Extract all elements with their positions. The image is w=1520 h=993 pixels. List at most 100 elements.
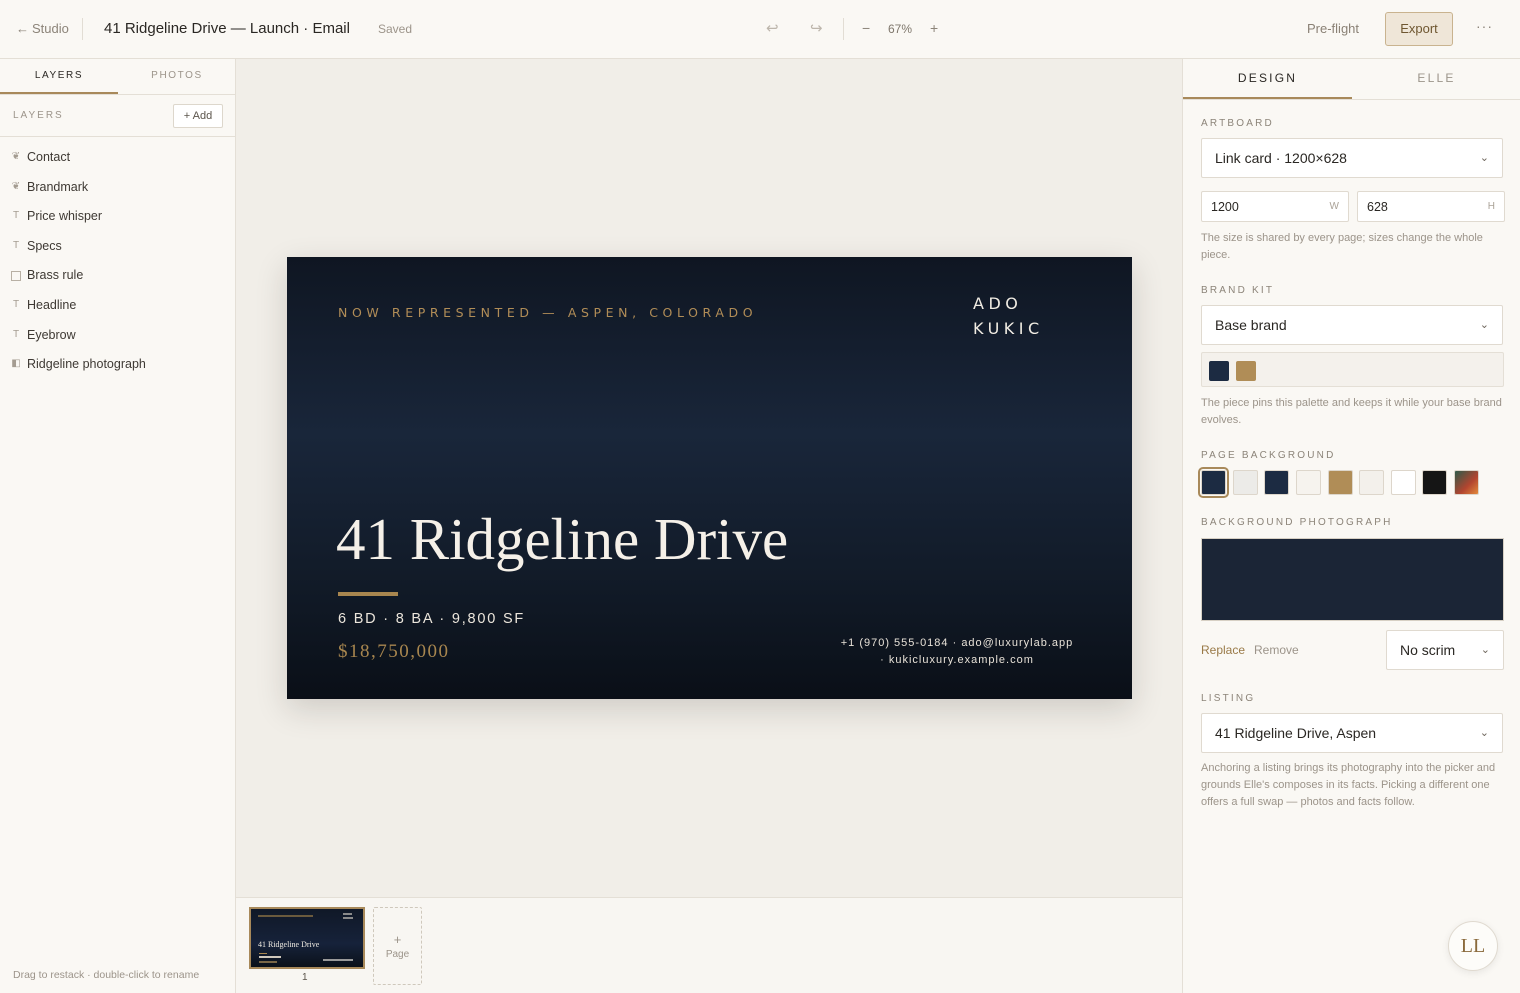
brand-kit-select[interactable]: Base brand ⌄	[1201, 305, 1503, 345]
zoom-out-button[interactable]: −	[862, 20, 870, 36]
card-headline[interactable]: 41 Ridgeline Drive	[336, 505, 788, 574]
artboard-preset-value: Link card · 1200×628	[1215, 150, 1347, 166]
more-menu-icon[interactable]: ···	[1476, 18, 1493, 34]
card-brass-rule[interactable]	[338, 592, 398, 596]
text-icon: T	[12, 298, 20, 310]
tab-design[interactable]: DESIGN	[1183, 71, 1352, 85]
back-to-studio-link[interactable]: ← Studio	[16, 21, 69, 36]
background-swatch[interactable]	[1328, 470, 1353, 495]
layer-item-price-whisper[interactable]: T Price whisper	[0, 203, 235, 233]
replace-photo-link[interactable]: Replace	[1201, 643, 1245, 657]
text-icon: T	[12, 328, 20, 340]
layers-header: LAYERS + Add	[0, 95, 235, 137]
add-page-button[interactable]: + Page	[373, 907, 422, 985]
palette-swatch[interactable]	[1209, 361, 1229, 381]
contact-line-2: · kukicluxury.example.com	[880, 654, 1034, 666]
redo-icon[interactable]: ↪	[810, 19, 823, 37]
thumb-rule	[259, 953, 267, 954]
text-icon: T	[12, 210, 20, 222]
export-button[interactable]: Export	[1385, 12, 1453, 46]
thumb-brandmark	[343, 917, 353, 919]
background-swatch[interactable]	[1359, 470, 1384, 495]
listing-help: Anchoring a listing brings its photograp…	[1201, 762, 1496, 808]
layers-footer-hint: Drag to restack · double-click to rename	[13, 969, 200, 981]
page-background-label: PAGE BACKGROUND	[1201, 450, 1336, 461]
layer-item-eyebrow[interactable]: T Eyebrow	[0, 322, 235, 352]
layer-item-ridgeline-photograph[interactable]: ◧ Ridgeline photograph	[0, 351, 235, 381]
arrow-left-icon: ←	[16, 21, 29, 36]
scrim-select[interactable]: No scrim ⌄	[1386, 630, 1504, 670]
listing-select[interactable]: 41 Ridgeline Drive, Aspen ⌄	[1201, 713, 1503, 753]
text-icon: T	[12, 239, 20, 251]
listing-label: LISTING	[1201, 693, 1256, 704]
layer-label: Eyebrow	[27, 327, 76, 342]
add-layer-button[interactable]: + Add	[173, 104, 223, 128]
tab-layers[interactable]: LAYERS	[0, 70, 118, 81]
layer-item-brass-rule[interactable]: Brass rule	[0, 262, 235, 292]
layer-item-specs[interactable]: T Specs	[0, 233, 235, 263]
layer-item-brandmark[interactable]: ❦ Brandmark	[0, 174, 235, 204]
brand-kit-value: Base brand	[1215, 317, 1287, 333]
layer-item-headline[interactable]: T Headline	[0, 292, 235, 322]
card-price[interactable]: $18,750,000	[338, 641, 450, 663]
background-swatch[interactable]	[1422, 470, 1447, 495]
active-tab-indicator	[0, 92, 118, 94]
brand-kit-help: The piece pins this palette and keeps it…	[1201, 397, 1502, 426]
layer-item-contact[interactable]: ❦ Contact	[0, 144, 235, 174]
brandmark-line-1: ADO	[973, 294, 1023, 313]
palette-swatch[interactable]	[1236, 361, 1256, 381]
page-number: 1	[302, 972, 308, 983]
active-tab-indicator	[1183, 97, 1352, 99]
background-swatch[interactable]	[1233, 470, 1258, 495]
brand-kit-label: BRAND KIT	[1201, 285, 1275, 296]
background-photo-label: BACKGROUND PHOTOGRAPH	[1201, 517, 1393, 528]
background-swatch[interactable]	[1391, 470, 1416, 495]
brandmark-icon: ❦	[11, 151, 21, 162]
right-panel: DESIGN ELLE ARTBOARD Link card · 1200×62…	[1182, 59, 1520, 993]
divider	[843, 18, 844, 40]
remove-photo-link[interactable]: Remove	[1254, 643, 1299, 657]
thumb-headline: 41 Ridgeline Drive	[258, 940, 320, 949]
back-label: Studio	[32, 21, 69, 36]
height-unit: H	[1487, 201, 1495, 212]
chevron-down-icon: ⌄	[1479, 319, 1489, 331]
height-input[interactable]: 628 H	[1357, 191, 1505, 222]
layer-label: Price whisper	[27, 209, 103, 224]
layer-list: ❦ Contact ❦ Brandmark T Price whisper T …	[0, 144, 235, 381]
card-specs[interactable]: 6 BD · 8 BA · 9,800 SF	[338, 611, 525, 627]
contact-line-1: +1 (970) 555-0184 · ado@luxurylab.app	[840, 637, 1074, 649]
preflight-button[interactable]: Pre-flight	[1307, 21, 1359, 36]
background-swatch[interactable]	[1454, 470, 1479, 495]
background-swatch[interactable]	[1198, 467, 1229, 498]
page-strip: 41 Ridgeline Drive 1 + Page	[236, 897, 1182, 993]
card-contact[interactable]: +1 (970) 555-0184 · ado@luxurylab.app · …	[807, 635, 1107, 669]
background-photo-preview[interactable]	[1201, 538, 1504, 621]
layer-label: Contact	[27, 150, 71, 164]
brandmark-line-2: KUKIC	[973, 319, 1044, 338]
background-swatch[interactable]	[1264, 470, 1289, 495]
width-input[interactable]: 1200 W	[1201, 191, 1349, 222]
listing-value: 41 Ridgeline Drive, Aspen	[1215, 725, 1377, 741]
thumb-contact	[323, 959, 353, 961]
chevron-down-icon: ⌄	[1480, 644, 1490, 656]
thumb-specs	[259, 956, 281, 958]
card-brandmark[interactable]: ADO KUKIC	[973, 291, 1044, 341]
tab-photos[interactable]: PHOTOS	[118, 70, 236, 81]
artboard-preset-select[interactable]: Link card · 1200×628 ⌄	[1201, 138, 1503, 178]
design-artboard[interactable]: NOW REPRESENTED — ASPEN, COLORADO ADO KU…	[287, 257, 1132, 699]
thumb-brandmark	[343, 913, 352, 915]
undo-icon[interactable]: ↩	[766, 19, 779, 37]
card-eyebrow[interactable]: NOW REPRESENTED — ASPEN, COLORADO	[338, 305, 757, 320]
layer-label: Brandmark	[27, 179, 89, 194]
add-page-label: Page	[385, 949, 410, 960]
image-icon: ◧	[11, 358, 21, 370]
width-value: 1200	[1211, 200, 1239, 214]
tab-elle[interactable]: ELLE	[1352, 71, 1520, 85]
page-thumbnail[interactable]: 41 Ridgeline Drive	[249, 907, 365, 969]
zoom-in-button[interactable]: +	[930, 20, 938, 36]
document-title[interactable]: 41 Ridgeline Drive — Launch · Email	[104, 20, 350, 37]
zoom-level[interactable]: 67%	[888, 22, 912, 36]
left-panel-tabs: LAYERS PHOTOS	[0, 59, 235, 95]
background-swatch[interactable]	[1296, 470, 1321, 495]
elle-assistant-button[interactable]: LL	[1448, 921, 1498, 971]
